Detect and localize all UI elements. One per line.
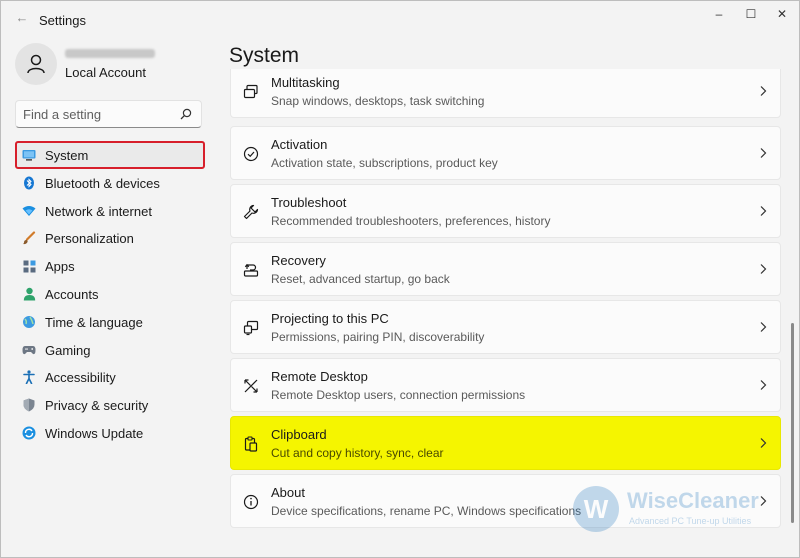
title-bar: ← Settings – ☐ ✕	[1, 1, 799, 41]
sidebar-item-bluetooth[interactable]: Bluetooth & devices	[15, 169, 205, 197]
sidebar-item-personalization[interactable]: Personalization	[15, 224, 205, 252]
profile-name-redacted	[65, 49, 155, 58]
activation-icon	[243, 146, 259, 162]
recovery-icon	[243, 263, 259, 277]
sidebar-item-label: Privacy & security	[45, 398, 149, 414]
card-title: Recovery	[271, 253, 326, 268]
chevron-right-icon	[760, 380, 767, 390]
user-profile[interactable]: Local Account	[15, 43, 205, 87]
sidebar-item-system[interactable]: System	[15, 141, 205, 169]
close-button[interactable]: ✕	[767, 3, 797, 25]
clipboard-icon	[244, 436, 258, 452]
search-box[interactable]	[15, 100, 202, 128]
card-title: About	[271, 485, 305, 500]
card-title: Projecting to this PC	[271, 311, 389, 326]
gaming-icon	[22, 343, 36, 357]
sidebar-item-privacy[interactable]: Privacy & security	[15, 391, 205, 419]
about-icon	[243, 494, 259, 510]
user-icon	[27, 54, 45, 74]
card-description: Cut and copy history, sync, clear	[271, 446, 444, 460]
network-icon	[22, 204, 36, 218]
privacy-icon	[22, 398, 36, 412]
system-icon	[22, 148, 36, 162]
chevron-right-icon	[760, 322, 767, 332]
search-input[interactable]	[16, 101, 176, 127]
back-button[interactable]: ←	[13, 9, 31, 27]
personalization-icon	[22, 231, 36, 245]
chevron-right-icon	[760, 438, 767, 448]
settings-window: ← Settings – ☐ ✕ Local Account System	[0, 0, 800, 558]
card-title: Troubleshoot	[271, 195, 347, 210]
card-description: Recommended troubleshooters, preferences…	[271, 214, 551, 228]
settings-list: Multitasking Snap windows, desktops, tas…	[230, 69, 782, 557]
sidebar-item-gaming[interactable]: Gaming	[15, 336, 205, 364]
projecting-icon	[243, 320, 259, 336]
search-icon[interactable]	[179, 107, 193, 121]
chevron-right-icon	[760, 206, 767, 216]
card-description: Permissions, pairing PIN, discoverabilit…	[271, 330, 485, 344]
sidebar-item-label: System	[45, 148, 89, 163]
card-title: Remote Desktop	[271, 369, 368, 384]
card-about[interactable]: About Device specifications, rename PC, …	[230, 474, 781, 528]
sidebar-item-windows-update[interactable]: Windows Update	[15, 419, 205, 447]
avatar	[15, 43, 57, 85]
sidebar-item-label: Windows Update	[45, 425, 144, 441]
apps-icon	[22, 259, 36, 273]
sidebar-item-label: Personalization	[45, 231, 134, 247]
sidebar-item-accounts[interactable]: Accounts	[15, 280, 205, 308]
chevron-right-icon	[760, 86, 767, 96]
card-description: Snap windows, desktops, task switching	[271, 94, 485, 108]
windows-update-icon	[22, 426, 36, 440]
sidebar-item-label: Apps	[45, 259, 75, 275]
sidebar-item-network[interactable]: Network & internet	[15, 197, 205, 225]
card-clipboard[interactable]: Clipboard Cut and copy history, sync, cl…	[230, 416, 781, 470]
sidebar-item-label: Bluetooth & devices	[45, 175, 160, 191]
sidebar-item-time-language[interactable]: Time & language	[15, 308, 205, 336]
card-remote-desktop[interactable]: Remote Desktop Remote Desktop users, con…	[230, 358, 781, 412]
sidebar-nav: System Bluetooth & devices Network & int…	[15, 141, 205, 447]
card-title: Clipboard	[271, 427, 327, 442]
card-recovery[interactable]: Recovery Reset, advanced startup, go bac…	[230, 242, 781, 296]
sidebar-item-accessibility[interactable]: Accessibility	[15, 363, 205, 391]
chevron-right-icon	[760, 148, 767, 158]
card-title: Multitasking	[271, 75, 340, 90]
remote-desktop-icon	[244, 379, 258, 393]
accounts-icon	[22, 287, 36, 301]
card-multitasking[interactable]: Multitasking Snap windows, desktops, tas…	[230, 69, 781, 118]
app-title: Settings	[39, 13, 86, 28]
chevron-right-icon	[760, 264, 767, 274]
sidebar-item-apps[interactable]: Apps	[15, 252, 205, 280]
card-description: Reset, advanced startup, go back	[271, 272, 450, 286]
card-activation[interactable]: Activation Activation state, subscriptio…	[230, 126, 781, 180]
card-projecting[interactable]: Projecting to this PC Permissions, pairi…	[230, 300, 781, 354]
chevron-right-icon	[760, 496, 767, 506]
page-title: System	[229, 44, 300, 67]
card-description: Device specifications, rename PC, Window…	[271, 504, 582, 518]
accessibility-icon	[22, 370, 36, 385]
card-description: Remote Desktop users, connection permiss…	[271, 388, 526, 402]
time-language-icon	[22, 315, 36, 329]
sidebar-item-label: Time & language	[45, 314, 143, 330]
bluetooth-icon	[22, 176, 36, 190]
multitasking-icon	[243, 84, 258, 99]
minimize-button[interactable]: –	[704, 3, 734, 25]
card-description: Activation state, subscriptions, product…	[271, 156, 498, 170]
account-type: Local Account	[65, 65, 146, 80]
maximize-button[interactable]: ☐	[736, 3, 766, 25]
sidebar-item-label: Accessibility	[45, 370, 116, 386]
troubleshoot-icon	[243, 204, 259, 220]
card-title: Activation	[271, 137, 328, 152]
sidebar-item-label: Gaming	[45, 342, 91, 358]
sidebar-item-label: Accounts	[45, 286, 99, 302]
card-troubleshoot[interactable]: Troubleshoot Recommended troubleshooters…	[230, 184, 781, 238]
sidebar-item-label: Network & internet	[45, 203, 152, 219]
scrollbar[interactable]	[791, 323, 794, 523]
